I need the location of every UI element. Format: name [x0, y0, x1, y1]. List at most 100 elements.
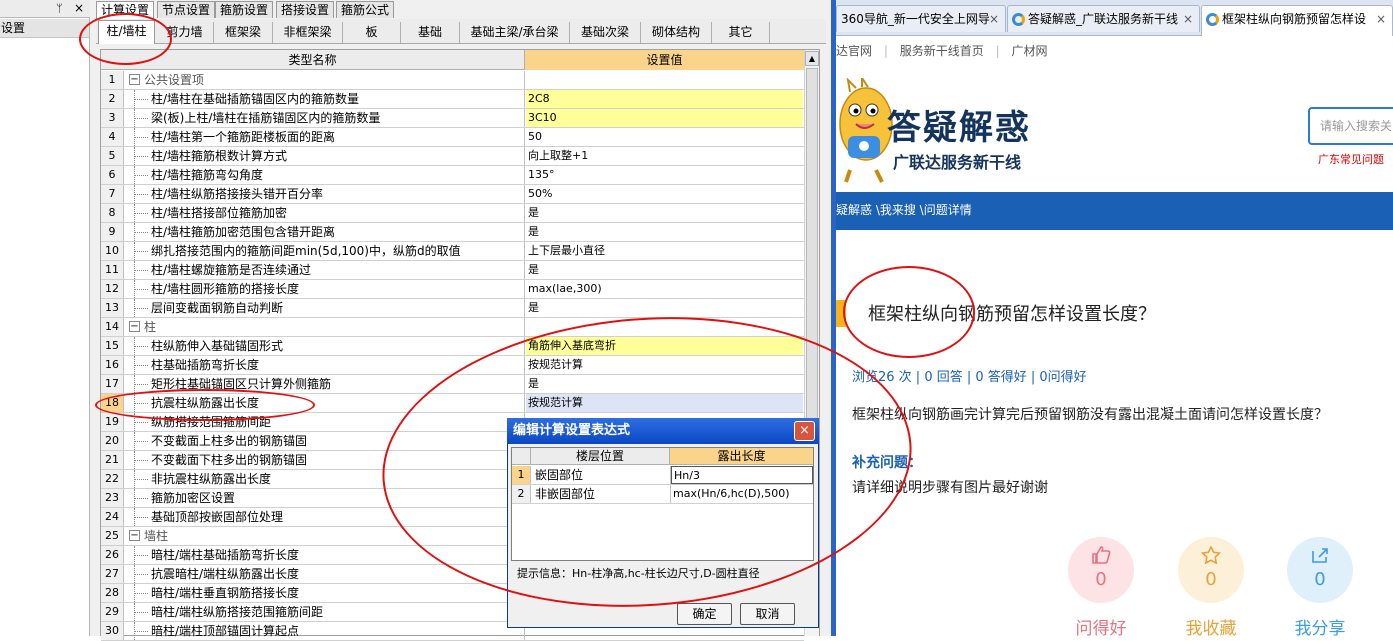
setting-value-cell[interactable]: 按规范计算	[526, 394, 803, 412]
setting-value-cell[interactable]: 上下层最小直径	[526, 242, 803, 260]
table-row[interactable]: 1− 公共设置项	[101, 71, 804, 90]
setting-name-cell: 抗震暗柱/端柱纵筋露出长度	[125, 565, 525, 583]
close-icon[interactable]: ×	[1183, 6, 1193, 32]
grid-header-value: 设置值	[525, 50, 804, 70]
tab-lap-settings[interactable]: 搭接设置	[276, 1, 335, 18]
like-label[interactable]: 问得好	[1056, 614, 1146, 639]
table-row[interactable]: 17 矩形柱基础锚固区只计算外侧箍筋 是	[101, 375, 804, 394]
subtab-slab[interactable]: 板	[343, 22, 401, 43]
table-row[interactable]: 1 嵌固部位 Hn/3	[512, 466, 813, 485]
nav-link-official[interactable]: 达官网	[836, 44, 872, 58]
setting-value-cell[interactable]: 是	[526, 223, 803, 241]
table-row[interactable]: 8 柱/墙柱搭接部位箍筋加密 是	[101, 204, 804, 223]
nav-link-materials[interactable]: 广材网	[1011, 44, 1047, 58]
search-input[interactable]: 请输入搜索关	[1308, 107, 1393, 145]
collapse-icon[interactable]: −	[129, 74, 140, 85]
table-row[interactable]: 2 柱/墙柱在基础插筋锚固区内的箍筋数量 2C8	[101, 90, 804, 109]
pin-icon[interactable]: ᛘ	[56, 2, 63, 15]
tree-line-icon	[125, 451, 151, 469]
table-row[interactable]: 15 柱纵筋伸入基础锚固形式 角筋伸入基底弯折	[101, 337, 804, 356]
subtab-foundation[interactable]: 基础	[401, 22, 460, 43]
scroll-up-icon[interactable]: ▲	[805, 51, 819, 66]
subtab-nonframe-beam[interactable]: 非框架梁	[273, 22, 343, 43]
browser-tab-active[interactable]: 框架柱纵向钢筋预留怎样设 ×	[1201, 5, 1393, 36]
setting-value-cell[interactable]: 是	[526, 299, 803, 317]
close-icon[interactable]: ×	[74, 1, 84, 15]
nav-link-service-home[interactable]: 服务新干线首页	[900, 44, 984, 58]
tab-stirrup-formula[interactable]: 箍筋公式	[336, 1, 395, 18]
setting-value-cell[interactable]: 向上取整+1	[526, 147, 803, 165]
dialog-close-button[interactable]: ×	[794, 421, 815, 441]
tab-node-settings[interactable]: 节点设置	[157, 1, 216, 18]
table-row[interactable]: 10 绑扎搭接范围内的箍筋间距min(5d,100)中，纵筋d的取值 上下层最小直径	[101, 242, 804, 261]
subtab-frame-beam[interactable]: 框架梁	[214, 22, 273, 43]
table-row[interactable]: 11 柱/墙柱螺旋箍筋是否连续通过 是	[101, 261, 804, 280]
collapse-icon[interactable]: −	[129, 530, 140, 541]
subtab-shear-wall[interactable]: 剪力墙	[156, 22, 214, 43]
cancel-button[interactable]: 取消	[740, 603, 795, 625]
subtab-masonry[interactable]: 砌体结构	[641, 22, 712, 43]
subtab-other[interactable]: 其它	[712, 22, 770, 43]
setting-value-cell[interactable]	[526, 318, 803, 336]
table-row[interactable]: 12 柱/墙柱圆形箍筋的搭接长度 max(lae,300)	[101, 280, 804, 299]
share-button[interactable]: 0	[1287, 537, 1353, 603]
subtab-foundation-secondary-beam[interactable]: 基础次梁	[570, 22, 641, 43]
tab-stirrup-settings[interactable]: 箍筋设置	[215, 1, 274, 18]
row-number: 16	[101, 356, 124, 374]
exposed-length-cell[interactable]: max(Hn/6,hc(D),500)	[671, 485, 813, 503]
table-row[interactable]: 2 非嵌固部位 max(Hn/6,hc(D),500)	[512, 485, 813, 504]
setting-value-cell[interactable]: 角筋伸入基底弯折	[526, 337, 803, 355]
nav-separator: |	[883, 44, 888, 58]
table-row[interactable]: 16 柱基础插筋弯折长度 按规范计算	[101, 356, 804, 375]
setting-name: 不变截面上柱多出的钢筋锚固	[151, 434, 308, 448]
setting-name: 矩形柱基础锚固区只计算外侧箍筋	[151, 377, 332, 391]
setting-name-cell: 柱/墙柱圆形箍筋的搭接长度	[125, 280, 525, 298]
setting-value-cell[interactable]: 2C8	[526, 90, 803, 108]
hot-questions-link[interactable]: 广东常见问题	[1318, 151, 1384, 167]
row-number: 4	[101, 128, 124, 146]
setting-value-cell[interactable]: 50	[526, 128, 803, 146]
table-row[interactable]: 9 柱/墙柱箍筋加密范围包含错开距离 是	[101, 223, 804, 242]
collapse-icon[interactable]: −	[129, 321, 140, 332]
left-panel-item[interactable]: 设置	[0, 19, 89, 38]
setting-value-cell[interactable]	[526, 71, 803, 89]
table-row[interactable]: 7 柱/墙柱纵筋搭接接头错开百分率 50%	[101, 185, 804, 204]
ok-button[interactable]: 确定	[677, 603, 732, 625]
table-row[interactable]: 6 柱/墙柱箍筋弯勾角度 135°	[101, 166, 804, 185]
site-nav: 达官网 | 服务新干线首页 | 广材网	[836, 42, 1393, 62]
table-row[interactable]: 14− 柱	[101, 318, 804, 337]
like-button[interactable]: 0	[1068, 537, 1134, 603]
table-row[interactable]: 5 柱/墙柱箍筋根数计算方式 向上取整+1	[101, 147, 804, 166]
setting-value-cell[interactable]: 是	[526, 204, 803, 222]
setting-value-cell[interactable]: 135°	[526, 166, 803, 184]
setting-name-cell: 柱基础插筋弯折长度	[125, 356, 525, 374]
tree-line-icon	[125, 489, 151, 507]
share-label[interactable]: 我分享	[1275, 614, 1365, 639]
subtab-column[interactable]: 柱/墙柱	[98, 20, 155, 44]
dialog-header-length: 露出长度	[670, 448, 813, 465]
tab-calc-settings[interactable]: 计算设置	[96, 1, 155, 19]
setting-value-cell[interactable]: 50%	[526, 185, 803, 203]
table-row[interactable]: 18 抗震柱纵筋露出长度 按规范计算	[101, 394, 804, 413]
browser-tab[interactable]: 360导航_新一代安全上网导 ×	[836, 5, 1006, 32]
browser-tab[interactable]: 答疑解惑_广联达服务新干线 ×	[1007, 5, 1200, 32]
supplement-text: 请详细说明步骤有图片最好谢谢	[852, 480, 1048, 496]
breadcrumb-text[interactable]: 疑解惑 \我来搜 \问题详情	[836, 203, 972, 217]
table-row[interactable]: 13 层间变截面钢筋自动判断 是	[101, 299, 804, 318]
setting-value-cell[interactable]: 按规范计算	[526, 356, 803, 374]
row-number: 14	[101, 318, 124, 336]
close-icon[interactable]: ×	[989, 6, 999, 32]
table-row[interactable]: 4 柱/墙柱第一个箍筋距楼板面的距离 50	[101, 128, 804, 147]
setting-value-cell[interactable]: 3C10	[526, 109, 803, 127]
setting-value-cell[interactable]: 是	[526, 375, 803, 393]
favorite-button[interactable]: 0	[1178, 537, 1244, 603]
setting-value-cell[interactable]: max(lae,300)	[526, 280, 803, 298]
subtab-foundation-main-beam[interactable]: 基础主梁/承台梁	[460, 22, 570, 43]
setting-value-cell[interactable]: 是	[526, 261, 803, 279]
close-icon[interactable]: ×	[1376, 6, 1386, 33]
table-row[interactable]: 3 梁(板)上柱/墙柱在插筋锚固区内的箍筋数量 3C10	[101, 109, 804, 128]
setting-name-cell: 梁(板)上柱/墙柱在插筋锚固区内的箍筋数量	[125, 109, 525, 127]
exposed-length-input[interactable]: Hn/3	[671, 466, 813, 484]
favorite-label[interactable]: 我收藏	[1166, 614, 1256, 639]
tree-line-icon	[125, 185, 151, 203]
